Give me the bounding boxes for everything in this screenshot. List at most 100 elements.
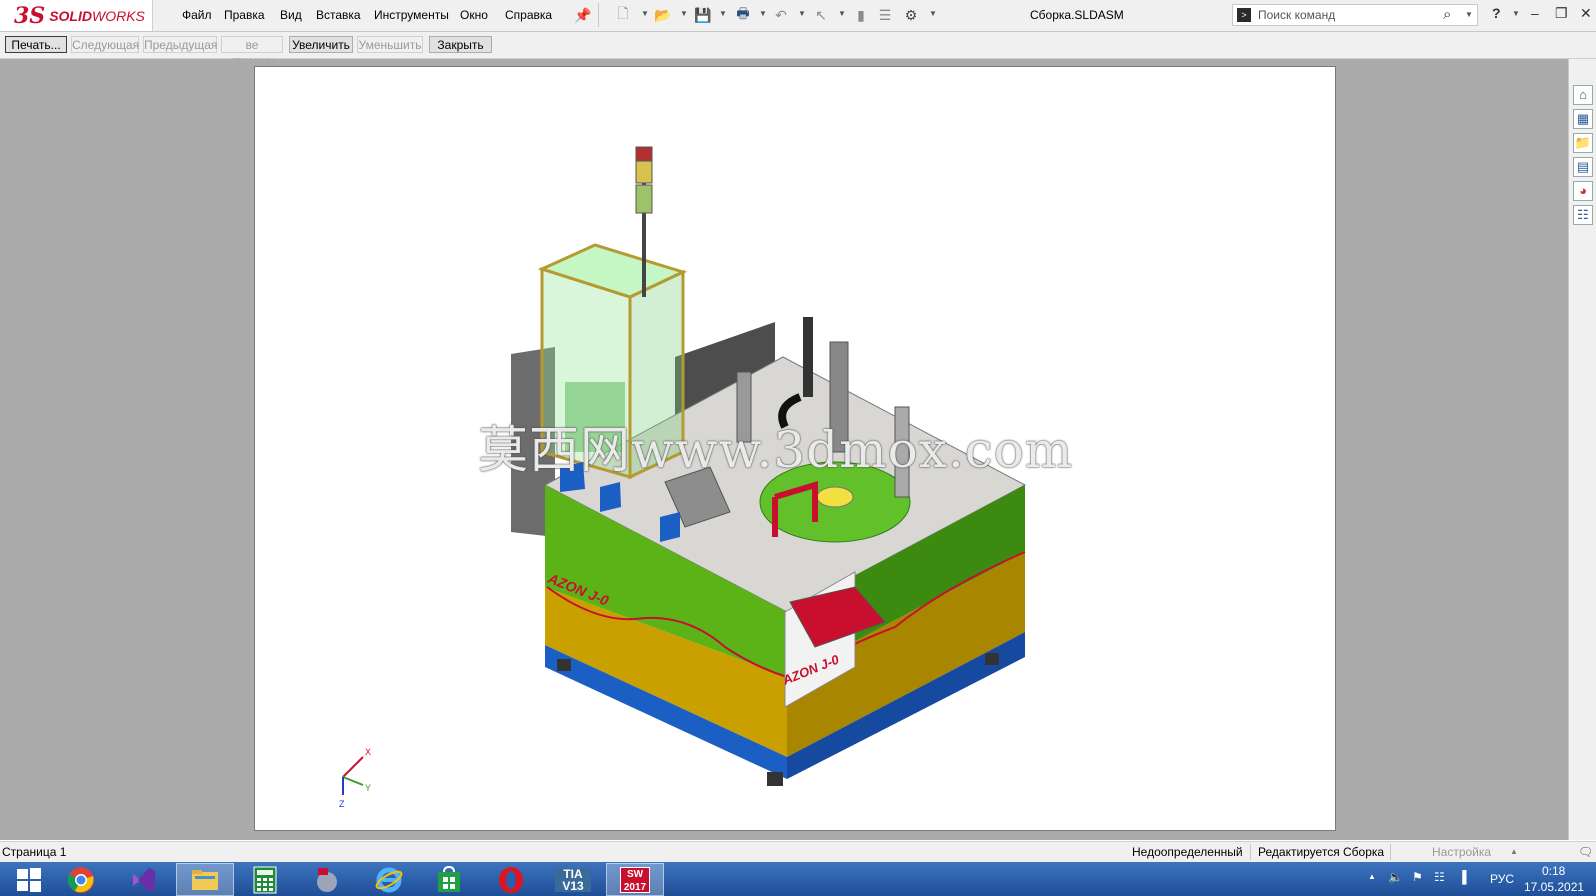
pin-icon[interactable]: 📌 [574,6,592,24]
print-button[interactable]: Печать... [5,36,67,53]
select-dropdown-icon[interactable]: ▼ [838,9,846,18]
all-pages-button[interactable]: ве страниц [221,36,283,68]
folder-icon [192,869,218,890]
file-properties-icon[interactable]: ☰ [876,6,894,24]
customize-menu[interactable]: Настройка [1432,845,1491,859]
zoom-in-button[interactable]: Увеличить [289,36,353,53]
undo-dropdown-icon[interactable]: ▼ [798,9,806,18]
menu-edit[interactable]: Правка [224,8,265,22]
custom-properties-icon[interactable]: ☷ [1573,205,1593,225]
select-cursor-icon[interactable]: ↖ [812,6,830,24]
tia-portal-taskbar-button[interactable]: TIA V13 [544,863,602,896]
volume-icon[interactable]: 🔈 [1388,870,1403,884]
blue-clamp-2 [600,482,621,512]
clock-date[interactable]: 17.05.2021 [1524,880,1584,894]
status-divider [1390,844,1391,860]
close-preview-button[interactable]: Закрыть [429,36,492,53]
menu-help[interactable]: Справка [505,8,552,22]
help-icon[interactable]: ? [1492,5,1501,21]
new-document-icon[interactable]: 🗋 [614,5,632,24]
triad-y-label: Y [365,783,371,793]
new-dropdown-icon[interactable]: ▼ [641,9,649,18]
menu-insert[interactable]: Вставка [316,8,361,22]
signal-icon[interactable]: ▐ [1458,870,1467,884]
foot-right [985,653,999,665]
sc-app-taskbar-button[interactable] [298,863,356,896]
search-input[interactable]: Поиск команд [1258,8,1335,22]
coordinate-triad: X Y Z [339,747,371,809]
customize-up-arrow-icon[interactable]: ▲ [1510,847,1518,856]
visual-studio-taskbar-button[interactable] [114,863,172,896]
close-window-icon[interactable]: ✕ [1580,5,1592,22]
calculator-taskbar-button[interactable] [236,863,294,896]
task-pane-tabs: ⌂ ▦ 📁 ▤ ◕ ☷ [1568,59,1596,840]
page-indicator: Страница 1 [2,845,67,859]
signal-tower-red [635,146,653,162]
blue-clamp-3 [660,512,680,542]
triad-x-label: X [365,747,371,757]
file-explorer-taskbar-button[interactable] [176,863,234,896]
save-icon[interactable]: 💾 [694,6,712,24]
opera-taskbar-button[interactable] [482,863,540,896]
network-icon[interactable]: ☷ [1434,870,1445,884]
triad-z-label: Z [339,799,345,809]
show-hidden-icons-icon[interactable]: ▲ [1368,872,1376,881]
rebuild-icon[interactable]: ▮ [852,6,870,24]
document-title: Сборка.SLDASM [1030,8,1124,22]
store-icon [438,865,460,892]
status-divider [1250,844,1251,860]
restore-icon[interactable]: ❐ [1555,5,1568,22]
options-dropdown-icon[interactable]: ▼ [929,9,937,18]
status-bar: Страница 1 Недоопределенный Редактируетс… [0,841,1596,862]
home-icon[interactable]: ⌂ [1573,85,1593,105]
search-icon[interactable]: ⌕ [1443,6,1451,23]
solidworks-taskbar-button[interactable]: SW 2017 [606,863,664,896]
logo-text: SOLIDWORKS [49,7,145,24]
zoom-out-button[interactable]: Уменьшить [357,36,423,53]
editing-status: Редактируется Сборка [1258,845,1385,859]
search-dropdown-icon[interactable]: ▼ [1465,10,1473,19]
taskbar: TIA V13 SW 2017 ▲ 🔈 ⚑ ☷ ▐ РУС 0:18 17.05… [0,862,1596,896]
rotary-hub [816,486,854,508]
view-palette-icon[interactable]: ▤ [1573,157,1593,177]
tia-portal-label: TIA V13 [555,867,591,892]
foot-left [557,659,571,671]
open-folder-icon[interactable]: 📂 [654,6,672,24]
gear-icon[interactable]: ⚙ [902,6,920,24]
internet-explorer-icon [375,867,403,892]
search-commands[interactable]: > Поиск команд ⌕ ▼ [1232,4,1478,26]
signal-tower-green [635,184,653,214]
clock-time[interactable]: 0:18 [1542,864,1565,878]
open-dropdown-icon[interactable]: ▼ [680,9,688,18]
menu-tools[interactable]: Инструменты [374,8,449,22]
solidworks-logo[interactable]: 3S SOLIDWORKS [0,0,153,31]
sc-app-icon [317,867,337,892]
print-icon[interactable]: 🖶 [734,5,752,24]
cylinder-1 [803,317,813,397]
undo-icon[interactable]: ↶ [772,6,790,24]
print-dropdown-icon[interactable]: ▼ [759,9,767,18]
windows-logo-icon [17,867,41,892]
appearances-icon[interactable]: ◕ [1573,181,1593,201]
toolbar-divider [598,3,599,27]
design-library-icon[interactable]: ▦ [1573,109,1593,129]
file-explorer-icon[interactable]: 📁 [1573,133,1593,153]
internet-explorer-taskbar-button[interactable] [360,863,418,896]
next-page-button[interactable]: Следующая [71,36,139,53]
action-center-flag-icon[interactable]: ⚑ [1412,870,1423,884]
store-taskbar-button[interactable] [420,863,478,896]
chat-icon[interactable]: 🗨 [1578,845,1593,859]
chrome-taskbar-button[interactable] [52,863,110,896]
previous-page-button[interactable]: Предыдущая [143,36,217,53]
minimize-icon[interactable]: – [1531,5,1539,21]
menu-file[interactable]: Файл [182,8,212,22]
solidworks-icon: SW 2017 [620,866,650,893]
menu-window[interactable]: Окно [460,8,488,22]
menu-view[interactable]: Вид [280,8,302,22]
help-dropdown-icon[interactable]: ▼ [1512,9,1520,18]
language-indicator[interactable]: РУС [1490,872,1514,886]
start-button[interactable] [0,863,58,896]
command-prompt-icon: > [1237,8,1251,22]
save-dropdown-icon[interactable]: ▼ [719,9,727,18]
visual-studio-icon [133,867,155,892]
